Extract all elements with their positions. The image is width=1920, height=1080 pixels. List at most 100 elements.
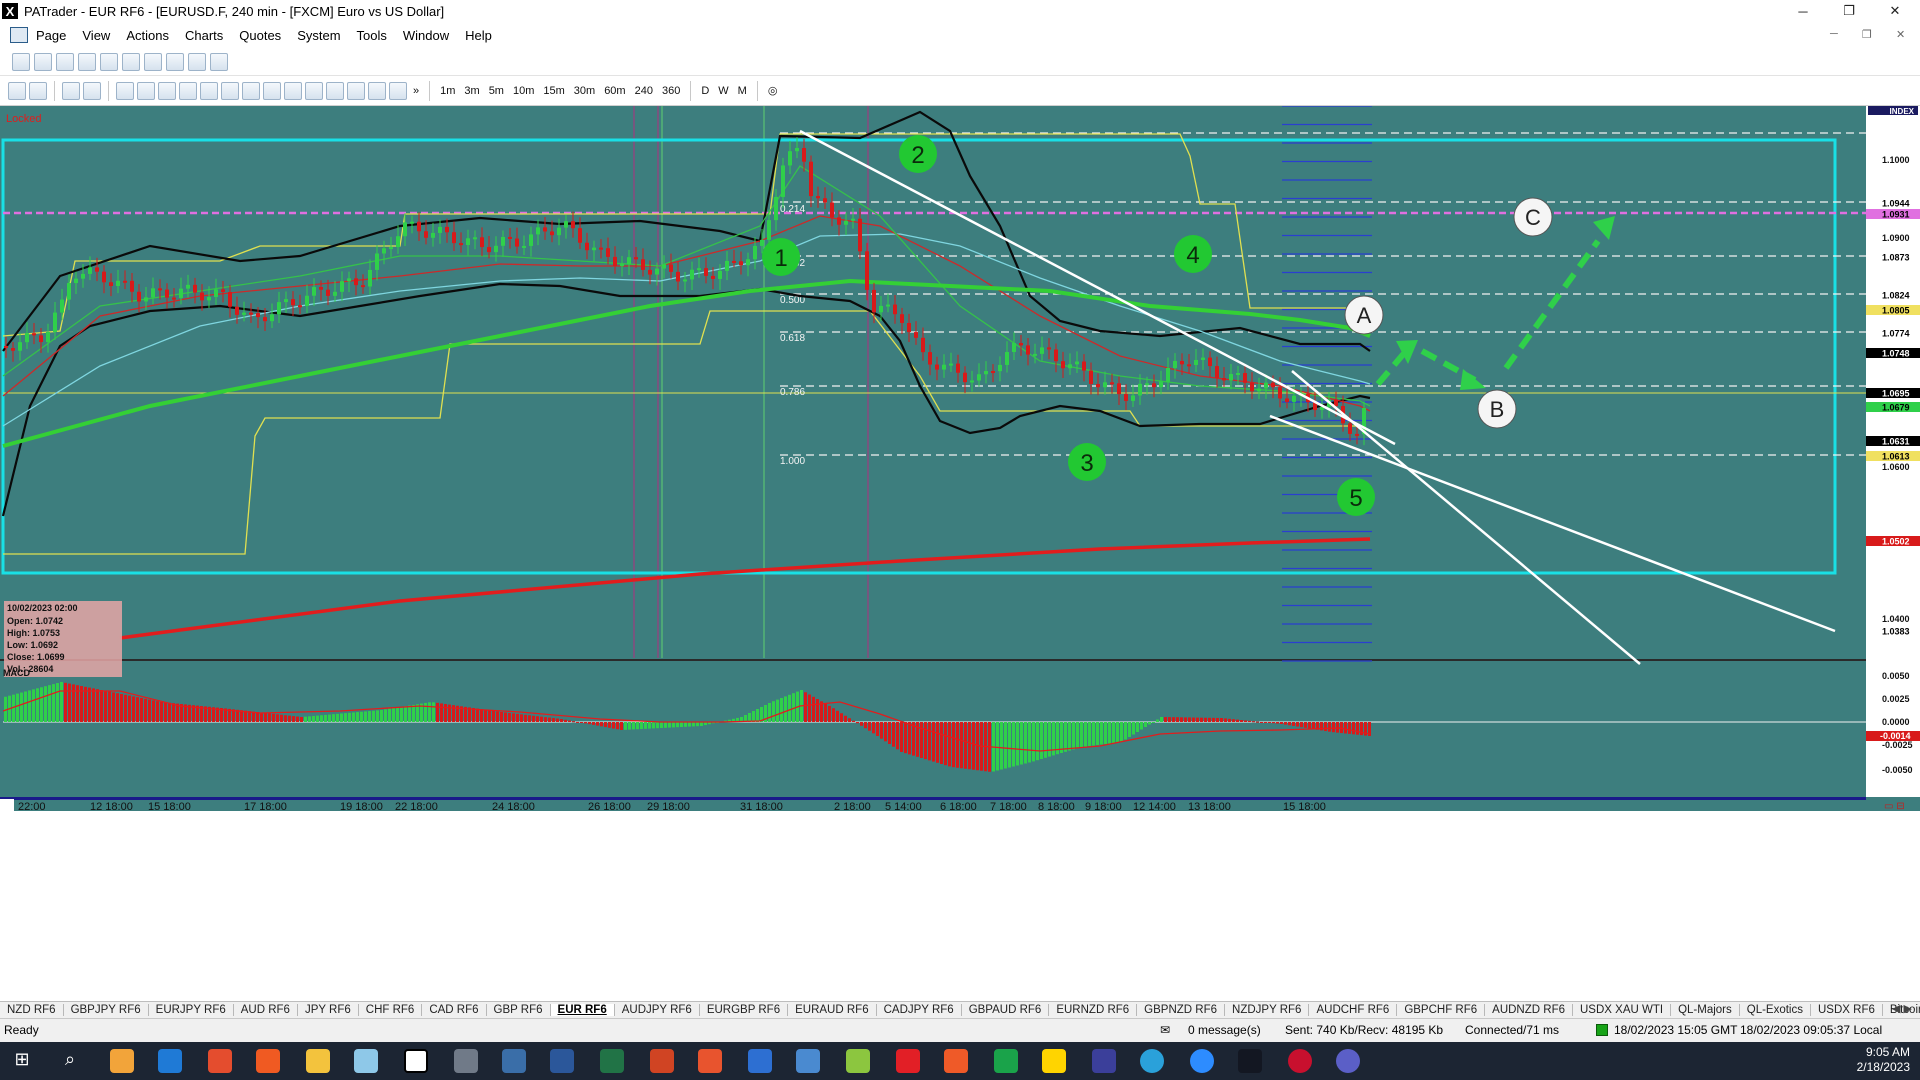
candle-chart-icon[interactable] [56,52,74,71]
child-close-icon[interactable]: ✕ [1896,28,1905,41]
snagit-app-icon[interactable] [698,1049,722,1073]
menu-actions[interactable]: Actions [118,28,177,43]
ohlc-chart-icon[interactable] [34,52,52,71]
telegram-app-icon[interactable] [1140,1049,1164,1073]
excel-app-icon[interactable] [600,1049,624,1073]
price-axis[interactable] [1866,106,1920,659]
symbol-tab[interactable]: QL-Majors [1671,1004,1740,1016]
renko-chart-icon[interactable] [144,52,162,71]
symbol-tab[interactable]: CHF RF6 [359,1004,423,1016]
symbol-tab[interactable]: AUDJPY RF6 [615,1004,700,1016]
fib-extension-icon[interactable] [263,81,281,100]
patrader-app-icon[interactable] [404,1049,428,1073]
printer-app-icon[interactable] [454,1049,478,1073]
chart-window[interactable]: 0.214 0.382 0.500 0.618 0.786 1.000 [0,106,1920,1006]
symbol-tab[interactable]: GBPNZD RF6 [1137,1004,1226,1016]
symbol-tab[interactable]: USDX XAU WTI [1573,1004,1672,1016]
search-icon[interactable]: ⌕ [58,1049,82,1073]
bird-app-icon[interactable] [896,1049,920,1073]
more-tools-icon[interactable]: » [410,85,422,97]
text-tool-icon[interactable] [347,81,365,100]
red-app-icon[interactable] [1288,1049,1312,1073]
symbol-tab[interactable]: CADJPY RF6 [877,1004,962,1016]
area-chart-icon[interactable] [100,52,118,71]
timeframe-30m[interactable]: 30m [571,85,598,97]
menu-tools[interactable]: Tools [349,28,395,43]
file-explorer-icon[interactable] [306,1049,330,1073]
menu-view[interactable]: View [74,28,118,43]
message-icon[interactable]: ✉ [1160,1023,1170,1037]
symbol-tab[interactable]: GBPAUD RF6 [962,1004,1050,1016]
symbol-tab[interactable]: EURJPY RF6 [149,1004,234,1016]
chrome-browser-icon[interactable] [208,1049,232,1073]
symbol-tab[interactable]: EURNZD RF6 [1049,1004,1138,1016]
symbol-tab[interactable]: USDX RF6 [1811,1004,1883,1016]
menu-help[interactable]: Help [457,28,500,43]
symbol-tab[interactable]: AUDNZD RF6 [1485,1004,1573,1016]
pitchfork-icon[interactable] [389,81,407,100]
purple-app-icon[interactable] [1336,1049,1360,1073]
ray-icon[interactable] [200,81,218,100]
notes-app-icon[interactable] [354,1049,378,1073]
cursor-icon[interactable] [116,81,134,100]
symbol-tab[interactable]: AUDCHF RF6 [1309,1004,1398,1016]
powerpoint-app-icon[interactable] [650,1049,674,1073]
vertical-line-icon[interactable] [158,81,176,100]
bar-chart-icon[interactable] [12,52,30,71]
sticky-notes-icon[interactable] [1042,1049,1066,1073]
zoom-app-icon[interactable] [1190,1049,1214,1073]
timeframe-10m[interactable]: 10m [510,85,537,97]
symbol-tab[interactable]: GBP RF6 [487,1004,551,1016]
fib-time-icon[interactable] [305,81,323,100]
point-figure-icon[interactable] [122,52,140,71]
minimize-button[interactable]: ─ [1780,0,1826,22]
status-messages[interactable]: 0 message(s) [1188,1023,1261,1037]
crosshair-icon[interactable] [83,81,101,100]
timeframe-monthly[interactable]: M [735,85,750,97]
c-app-icon[interactable] [994,1049,1018,1073]
symbol-tab[interactable]: AUD RF6 [234,1004,298,1016]
unlink-icon[interactable] [29,81,47,100]
line-chart-icon[interactable] [78,52,96,71]
timeframe-360[interactable]: 360 [659,85,683,97]
menu-charts[interactable]: Charts [177,28,231,43]
channel-icon[interactable] [221,81,239,100]
menu-window[interactable]: Window [395,28,457,43]
link-icon[interactable] [8,81,26,100]
symbol-tab[interactable]: QL-Exotics [1740,1004,1811,1016]
remote-desktop-icon[interactable] [796,1049,820,1073]
timeframe-daily[interactable]: D [698,85,712,97]
menu-quotes[interactable]: Quotes [231,28,289,43]
symbol-tab[interactable]: EURAUD RF6 [788,1004,877,1016]
timeframe-240[interactable]: 240 [632,85,656,97]
fib-retracement-icon[interactable] [242,81,260,100]
symbol-tab[interactable]: JPY RF6 [298,1004,359,1016]
symbol-tab[interactable]: NZDJPY RF6 [1225,1004,1310,1016]
symbol-tab[interactable]: EUR RF6 [550,1004,615,1016]
maximize-button[interactable]: ❐ [1826,0,1872,22]
windows-start-icon[interactable]: ⊞ [10,1049,34,1073]
tab-scroll-icon[interactable]: ◀ ▶ [1892,1002,1912,1015]
system-clock[interactable]: 9:05 AM 2/18/2023 [1857,1045,1910,1075]
timeframe-3m[interactable]: 3m [461,85,482,97]
mail-app-icon[interactable] [110,1049,134,1073]
trendline-icon[interactable] [179,81,197,100]
timeframe-1m[interactable]: 1m [437,85,458,97]
timeframe-weekly[interactable]: W [715,85,731,97]
fib-fan-icon[interactable] [284,81,302,100]
skype-app-icon[interactable] [748,1049,772,1073]
symbol-tab[interactable]: EURGBP RF6 [700,1004,789,1016]
close-button[interactable]: ✕ [1872,0,1918,22]
ninja-app-icon[interactable] [846,1049,870,1073]
menu-system[interactable]: System [289,28,348,43]
edge-browser-icon[interactable] [158,1049,182,1073]
tradingview-app-icon[interactable] [1238,1049,1262,1073]
sync-icon[interactable]: ◎ [765,84,781,97]
symbol-tab[interactable]: NZD RF6 [0,1004,64,1016]
timeframe-5m[interactable]: 5m [486,85,507,97]
symbol-tab[interactable]: CAD RF6 [422,1004,487,1016]
brave-browser-icon[interactable] [256,1049,280,1073]
histogram-chart-icon[interactable] [210,52,228,71]
child-restore-icon[interactable]: ❐ [1862,28,1872,41]
rectangle-icon[interactable] [326,81,344,100]
